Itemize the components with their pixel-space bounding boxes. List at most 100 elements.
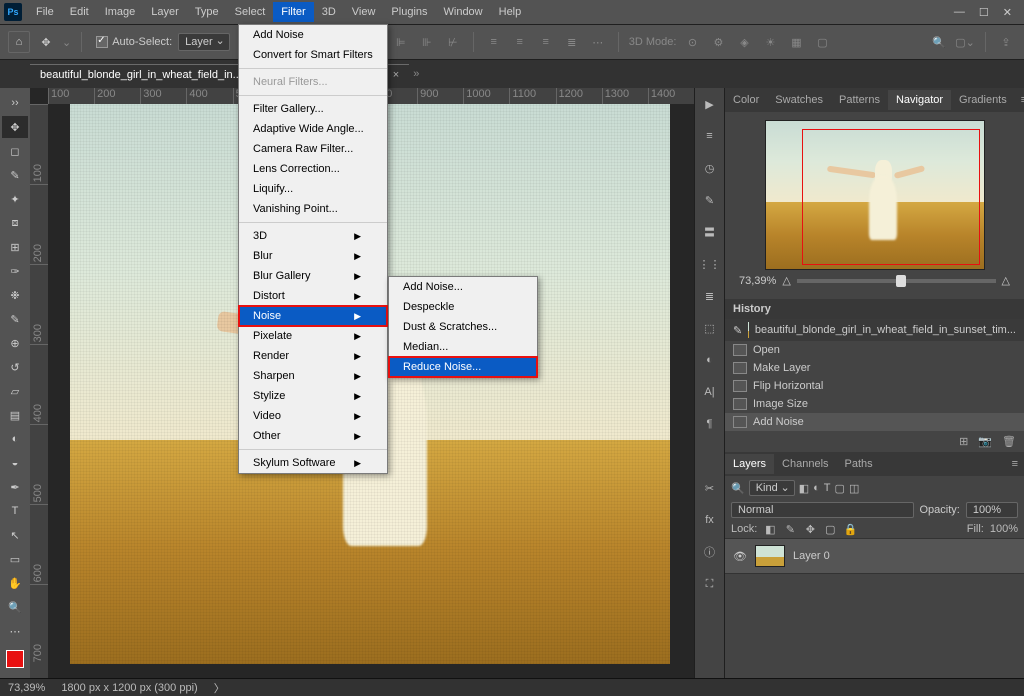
opacity-value[interactable]: 100% — [966, 502, 1018, 518]
crop-tool[interactable]: ⧈ — [2, 212, 28, 234]
eraser-tool[interactable]: ▱ — [2, 380, 28, 402]
distribute-icon[interactable]: ≡ — [536, 33, 556, 51]
menu-select[interactable]: Select — [227, 2, 274, 22]
tab-patterns[interactable]: Patterns — [831, 90, 888, 110]
filter-menu-item[interactable]: Skylum Software▶ — [239, 453, 387, 473]
healing-tool[interactable]: ❉ — [2, 284, 28, 306]
circle-icon[interactable]: ◐ — [700, 350, 720, 370]
lock-all-icon[interactable]: 🔒 — [843, 522, 857, 536]
tab-layers[interactable]: Layers — [725, 454, 774, 474]
filter-image-icon[interactable]: ◧ — [799, 482, 809, 495]
search-icon[interactable]: 🔍 — [929, 33, 949, 51]
history-step[interactable]: Open — [725, 341, 1024, 359]
noise-menu-item[interactable]: Dust & Scratches... — [389, 317, 537, 337]
eyedropper-tool[interactable]: ✑ — [2, 260, 28, 282]
stamp-tool[interactable]: ⊕ — [2, 332, 28, 354]
history-step[interactable]: Add Noise — [725, 413, 1024, 431]
layers-icon[interactable]: ≣ — [700, 286, 720, 306]
layer-row[interactable]: 👁 Layer 0 — [725, 538, 1024, 574]
more-icon[interactable]: ⋯ — [588, 33, 608, 51]
toolbox-handle-icon[interactable]: ›› — [2, 92, 28, 114]
zoom-slider[interactable] — [797, 279, 996, 283]
filter-shape-icon[interactable]: ▢ — [835, 482, 845, 495]
path-tool[interactable]: ↖ — [2, 524, 28, 546]
history-step[interactable]: Make Layer — [725, 359, 1024, 377]
pen-tool[interactable]: ✒ — [2, 476, 28, 498]
workspace-icon[interactable]: ▢⌄ — [955, 33, 975, 51]
tab-swatches[interactable]: Swatches — [767, 90, 831, 110]
menu-edit[interactable]: Edit — [62, 2, 97, 22]
history-doc[interactable]: ✎ beautiful_blonde_girl_in_wheat_field_i… — [725, 319, 1024, 341]
hand-tool[interactable]: ✋ — [2, 572, 28, 594]
lasso-tool[interactable]: ✎ — [2, 164, 28, 186]
noise-menu-item[interactable]: Despeckle — [389, 297, 537, 317]
snapshot-icon[interactable]: 📷 — [978, 435, 992, 448]
mode-icon[interactable]: ▢ — [812, 33, 832, 51]
filter-menu-item[interactable]: Stylize▶ — [239, 386, 387, 406]
filter-menu-item[interactable]: Camera Raw Filter... — [239, 139, 387, 159]
history-brush-tool[interactable]: ↺ — [2, 356, 28, 378]
filter-menu-item[interactable]: Render▶ — [239, 346, 387, 366]
menu-window[interactable]: Window — [436, 2, 491, 22]
settings-icon[interactable]: ⛶ — [700, 574, 720, 594]
distribute-icon[interactable]: ≡ — [484, 33, 504, 51]
lock-move-icon[interactable]: ✥ — [803, 522, 817, 536]
maximize-icon[interactable]: ☐ — [979, 6, 989, 19]
lock-pixels-icon[interactable]: ◧ — [763, 522, 777, 536]
brushes-icon[interactable]: ⋮⋮ — [700, 254, 720, 274]
play-icon[interactable]: ▶ — [700, 94, 720, 114]
distribute-icon[interactable]: ≡ — [510, 33, 530, 51]
filter-menu-item[interactable]: Vanishing Point... — [239, 199, 387, 219]
frame-tool[interactable]: ⊞ — [2, 236, 28, 258]
filter-menu-item[interactable]: Blur Gallery▶ — [239, 266, 387, 286]
filter-menu-item[interactable]: Noise▶ — [239, 306, 387, 326]
menu-plugins[interactable]: Plugins — [383, 2, 435, 22]
minimize-icon[interactable]: — — [954, 6, 965, 19]
new-doc-icon[interactable]: ⊞ — [959, 435, 968, 448]
history-step[interactable]: Image Size — [725, 395, 1024, 413]
fx-icon[interactable]: fx — [700, 510, 720, 530]
filter-menu-item[interactable]: Lens Correction... — [239, 159, 387, 179]
brush-panel-icon[interactable]: ✎ — [700, 190, 720, 210]
gradient-tool[interactable]: ▤ — [2, 404, 28, 426]
filter-menu-item[interactable]: Convert for Smart Filters — [239, 45, 387, 65]
noise-menu-item[interactable]: Reduce Noise... — [389, 357, 537, 377]
filter-menu-item[interactable]: Adaptive Wide Angle... — [239, 119, 387, 139]
brush-settings-icon[interactable]: ✂ — [700, 478, 720, 498]
menu-file[interactable]: File — [28, 2, 62, 22]
menu-filter[interactable]: Filter — [273, 2, 313, 22]
filter-menu-item[interactable]: Sharpen▶ — [239, 366, 387, 386]
menu-type[interactable]: Type — [187, 2, 227, 22]
align-icon[interactable]: ⊪ — [417, 33, 437, 51]
info-icon[interactable]: ⓘ — [700, 542, 720, 562]
filter-smart-icon[interactable]: ◫ — [849, 482, 859, 495]
navigator-viewbox[interactable] — [802, 129, 980, 265]
panel-icon[interactable]: 〓 — [700, 222, 720, 242]
filter-menu-item[interactable]: Distort▶ — [239, 286, 387, 306]
filter-type-icon[interactable]: T — [824, 482, 831, 494]
move-tool[interactable]: ✥ — [2, 116, 28, 138]
layer-select[interactable]: Layer — [178, 33, 230, 51]
move-tool-icon[interactable]: ✥ — [36, 32, 56, 52]
tab-paths[interactable]: Paths — [837, 454, 881, 474]
lock-artboard-icon[interactable]: ▢ — [823, 522, 837, 536]
zoom-tool[interactable]: 🔍 — [2, 596, 28, 618]
distribute-icon[interactable]: ≣ — [562, 33, 582, 51]
noise-menu-item[interactable]: Median... — [389, 337, 537, 357]
edit-toolbar-icon[interactable]: ⋯ — [2, 620, 28, 642]
filter-adjust-icon[interactable]: ◐ — [813, 482, 820, 494]
wand-tool[interactable]: ✦ — [2, 188, 28, 210]
close-tab-icon[interactable]: × — [393, 69, 399, 81]
blend-mode-select[interactable]: Normal — [731, 502, 914, 518]
menu-view[interactable]: View — [344, 2, 384, 22]
menu-image[interactable]: Image — [97, 2, 144, 22]
blur-tool[interactable]: ◐ — [2, 428, 28, 450]
filter-menu-item[interactable]: Filter Gallery... — [239, 99, 387, 119]
mode-icon[interactable]: ◈ — [734, 33, 754, 51]
fill-value[interactable]: 100% — [990, 523, 1018, 535]
filter-menu-item[interactable]: Video▶ — [239, 406, 387, 426]
filter-menu-item[interactable]: 3D▶ — [239, 226, 387, 246]
type-icon[interactable]: A| — [700, 382, 720, 402]
close-icon[interactable]: ✕ — [1003, 6, 1012, 19]
eye-icon[interactable]: 👁 — [733, 550, 747, 563]
